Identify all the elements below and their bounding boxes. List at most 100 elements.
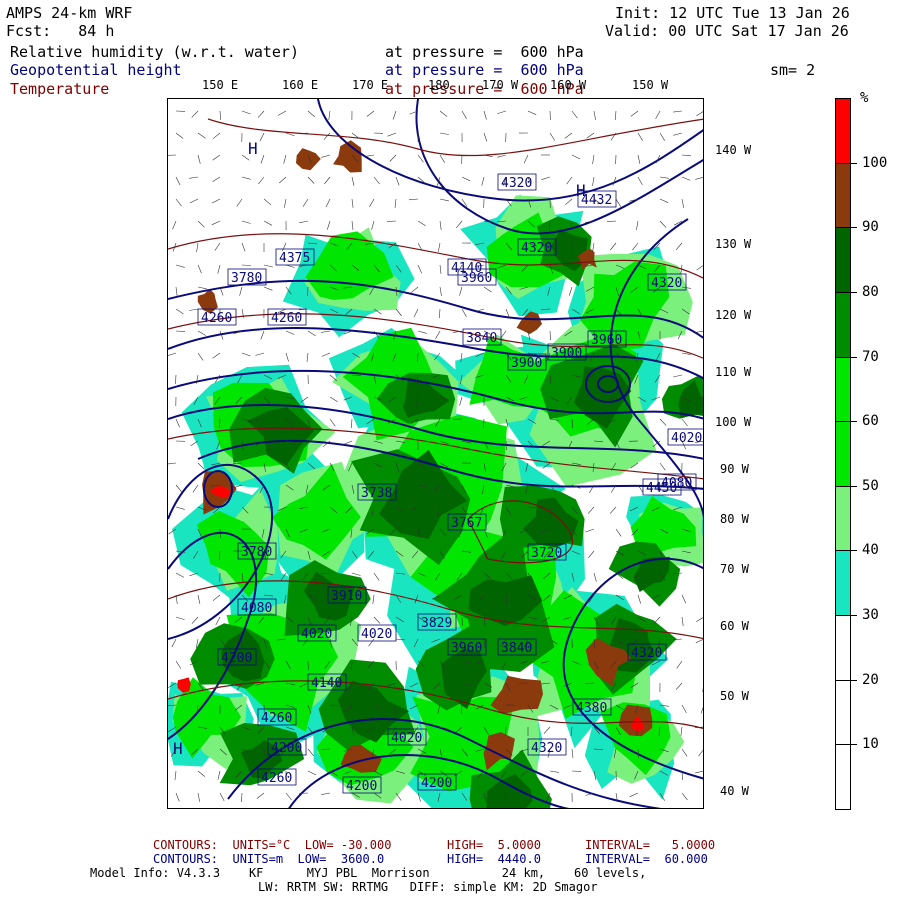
- wind-barb: [659, 220, 667, 228]
- colorbar-unit: %: [860, 90, 869, 106]
- colorbar-tick: [851, 162, 857, 164]
- wind-barb: [676, 660, 683, 669]
- wind-barb: [298, 792, 309, 794]
- wind-barb: [592, 154, 595, 164]
- wind-barb: [681, 176, 691, 181]
- height-label: 4020: [671, 431, 702, 446]
- wind-barb: [435, 330, 441, 339]
- wind-barb: [587, 506, 595, 514]
- wind-barb: [321, 352, 331, 357]
- wind-barb: [282, 242, 287, 252]
- wind-barb: [655, 110, 661, 120]
- smoothing-label: sm= 2: [770, 61, 816, 79]
- colorbar-tick: [851, 679, 857, 681]
- wind-barb: [659, 198, 669, 203]
- wind-barb: [371, 220, 375, 230]
- wind-barb: [637, 132, 643, 141]
- lon-label-right: 140 W: [715, 143, 752, 157]
- wind-barb: [541, 176, 551, 180]
- wind-barb: [197, 220, 205, 228]
- wind-barb: [219, 110, 221, 121]
- wind-barb: [527, 110, 537, 116]
- wind-barb: [258, 176, 265, 185]
- height-label: 4320: [501, 176, 532, 191]
- wind-barb: [673, 110, 683, 113]
- lon-label-right: 50 W: [720, 689, 749, 703]
- height-label: 3767: [451, 516, 482, 531]
- wind-barb: [586, 132, 595, 139]
- wind-barb: [192, 484, 199, 493]
- wind-barb: [365, 154, 375, 157]
- wind-barb: [212, 594, 221, 601]
- wind-barb: [241, 220, 251, 224]
- wind-barb: [351, 418, 353, 429]
- lon-label-right: 120 W: [715, 308, 752, 322]
- height-label: 4260: [261, 711, 292, 726]
- wind-barb: [241, 242, 246, 252]
- height-label: 3840: [466, 331, 497, 346]
- height-label: 4320: [651, 276, 682, 291]
- colorbar-tick-label: 100: [862, 154, 888, 171]
- colorbar-tick: [851, 485, 857, 487]
- height-contour-interval: INTERVAL= 60.000: [585, 852, 708, 866]
- wind-barb: [285, 352, 289, 362]
- colorbar-tick: [851, 744, 857, 746]
- init-time: Init: 12 UTC Tue 13 Jan 26: [615, 4, 850, 22]
- wind-barb: [263, 264, 273, 268]
- wind-barb: [263, 220, 273, 226]
- colorbar-tick-label: 20: [862, 671, 879, 688]
- wind-barb: [695, 639, 703, 644]
- wind-barb: [653, 616, 661, 624]
- height-label: 4260: [271, 311, 302, 326]
- colorbar-tick: [851, 356, 857, 358]
- wind-barb: [673, 374, 683, 378]
- wind-barb: [615, 528, 622, 537]
- wind-barb: [615, 198, 621, 207]
- wind-barb: [592, 242, 595, 252]
- wind-barb: [189, 198, 199, 204]
- wind-barb: [566, 176, 573, 185]
- wind-barb: [351, 176, 355, 186]
- wind-barb: [307, 748, 314, 757]
- wind-barb: [366, 110, 375, 117]
- colorbar-tick-label: 10: [862, 736, 879, 753]
- height-label: 4140: [311, 676, 342, 691]
- wind-barb: [609, 506, 617, 514]
- colorbar-tick: [851, 550, 857, 552]
- wind-barb: [461, 176, 471, 182]
- high-pressure-marker: H: [173, 739, 183, 758]
- wind-barb: [241, 110, 251, 115]
- wind-barb: [483, 286, 492, 293]
- wind-barb: [637, 176, 643, 186]
- height-label: 3780: [231, 271, 262, 286]
- wind-barb: [606, 220, 617, 222]
- wind-barb: [175, 572, 185, 578]
- colorbar-bin: [835, 291, 851, 358]
- wind-barb: [610, 132, 617, 141]
- wind-barb: [681, 616, 684, 626]
- wind-barb: [523, 154, 529, 164]
- wind-barb: [681, 748, 688, 757]
- wind-barb: [343, 440, 353, 445]
- wind-barb: [698, 749, 703, 757]
- wind-barb: [395, 176, 400, 186]
- wind-barb: [564, 132, 573, 139]
- height-contour: [415, 99, 703, 235]
- wind-barb: [236, 198, 243, 207]
- wind-barb: [543, 726, 551, 734]
- height-label: 4260: [201, 311, 232, 326]
- colorbar-bin: [835, 615, 851, 681]
- lon-label-top: 160 E: [282, 78, 319, 92]
- wind-barb: [219, 792, 225, 802]
- model-title: AMPS 24-km WRF: [6, 4, 133, 22]
- field-height-level: at pressure = 600 hPa: [385, 61, 584, 79]
- height-label: 4320: [521, 241, 552, 256]
- height-label: 4020: [391, 731, 422, 746]
- wind-barb: [321, 792, 331, 795]
- wind-barb: [481, 176, 485, 186]
- wind-barb: [263, 286, 273, 291]
- wind-barb: [324, 176, 331, 185]
- wind-barb: [588, 550, 595, 559]
- wind-barb: [392, 110, 397, 120]
- height-label: 3960: [591, 333, 622, 348]
